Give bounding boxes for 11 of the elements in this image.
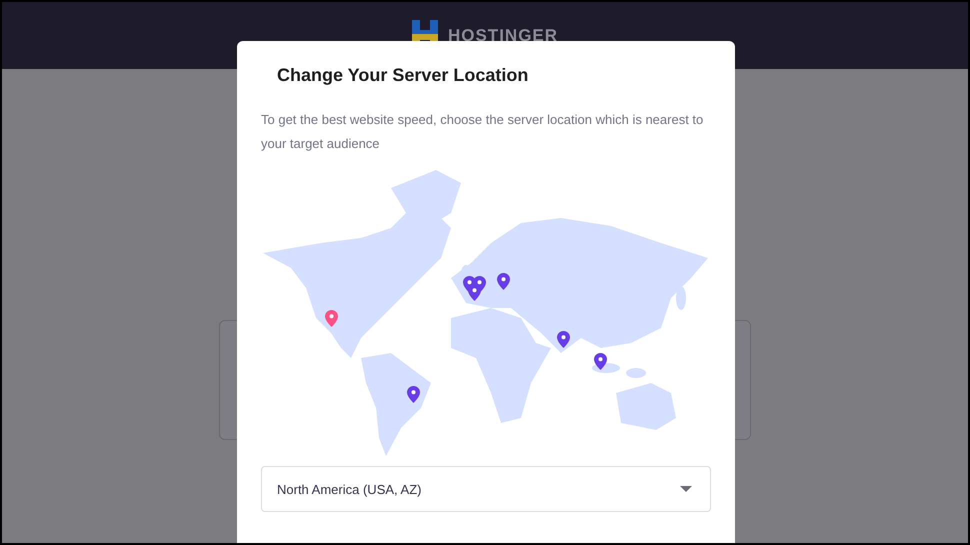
- location-select[interactable]: North America (USA, AZ): [261, 466, 711, 512]
- location-pin-icon[interactable]: [407, 386, 420, 403]
- dialog-title: Change Your Server Location: [277, 65, 530, 86]
- location-pin-icon[interactable]: [497, 273, 510, 290]
- location-pin-icon[interactable]: [557, 331, 570, 348]
- dialog-description: To get the best website speed, choose the server location which is nearest to your target audience: [261, 111, 704, 153]
- brand-name: HOSTINGER: [448, 26, 558, 46]
- caret-icon: [680, 486, 692, 492]
- location-pin-icon[interactable]: [468, 284, 481, 301]
- location-pin-icon[interactable]: [325, 310, 338, 327]
- location-pin-icon[interactable]: [594, 353, 607, 370]
